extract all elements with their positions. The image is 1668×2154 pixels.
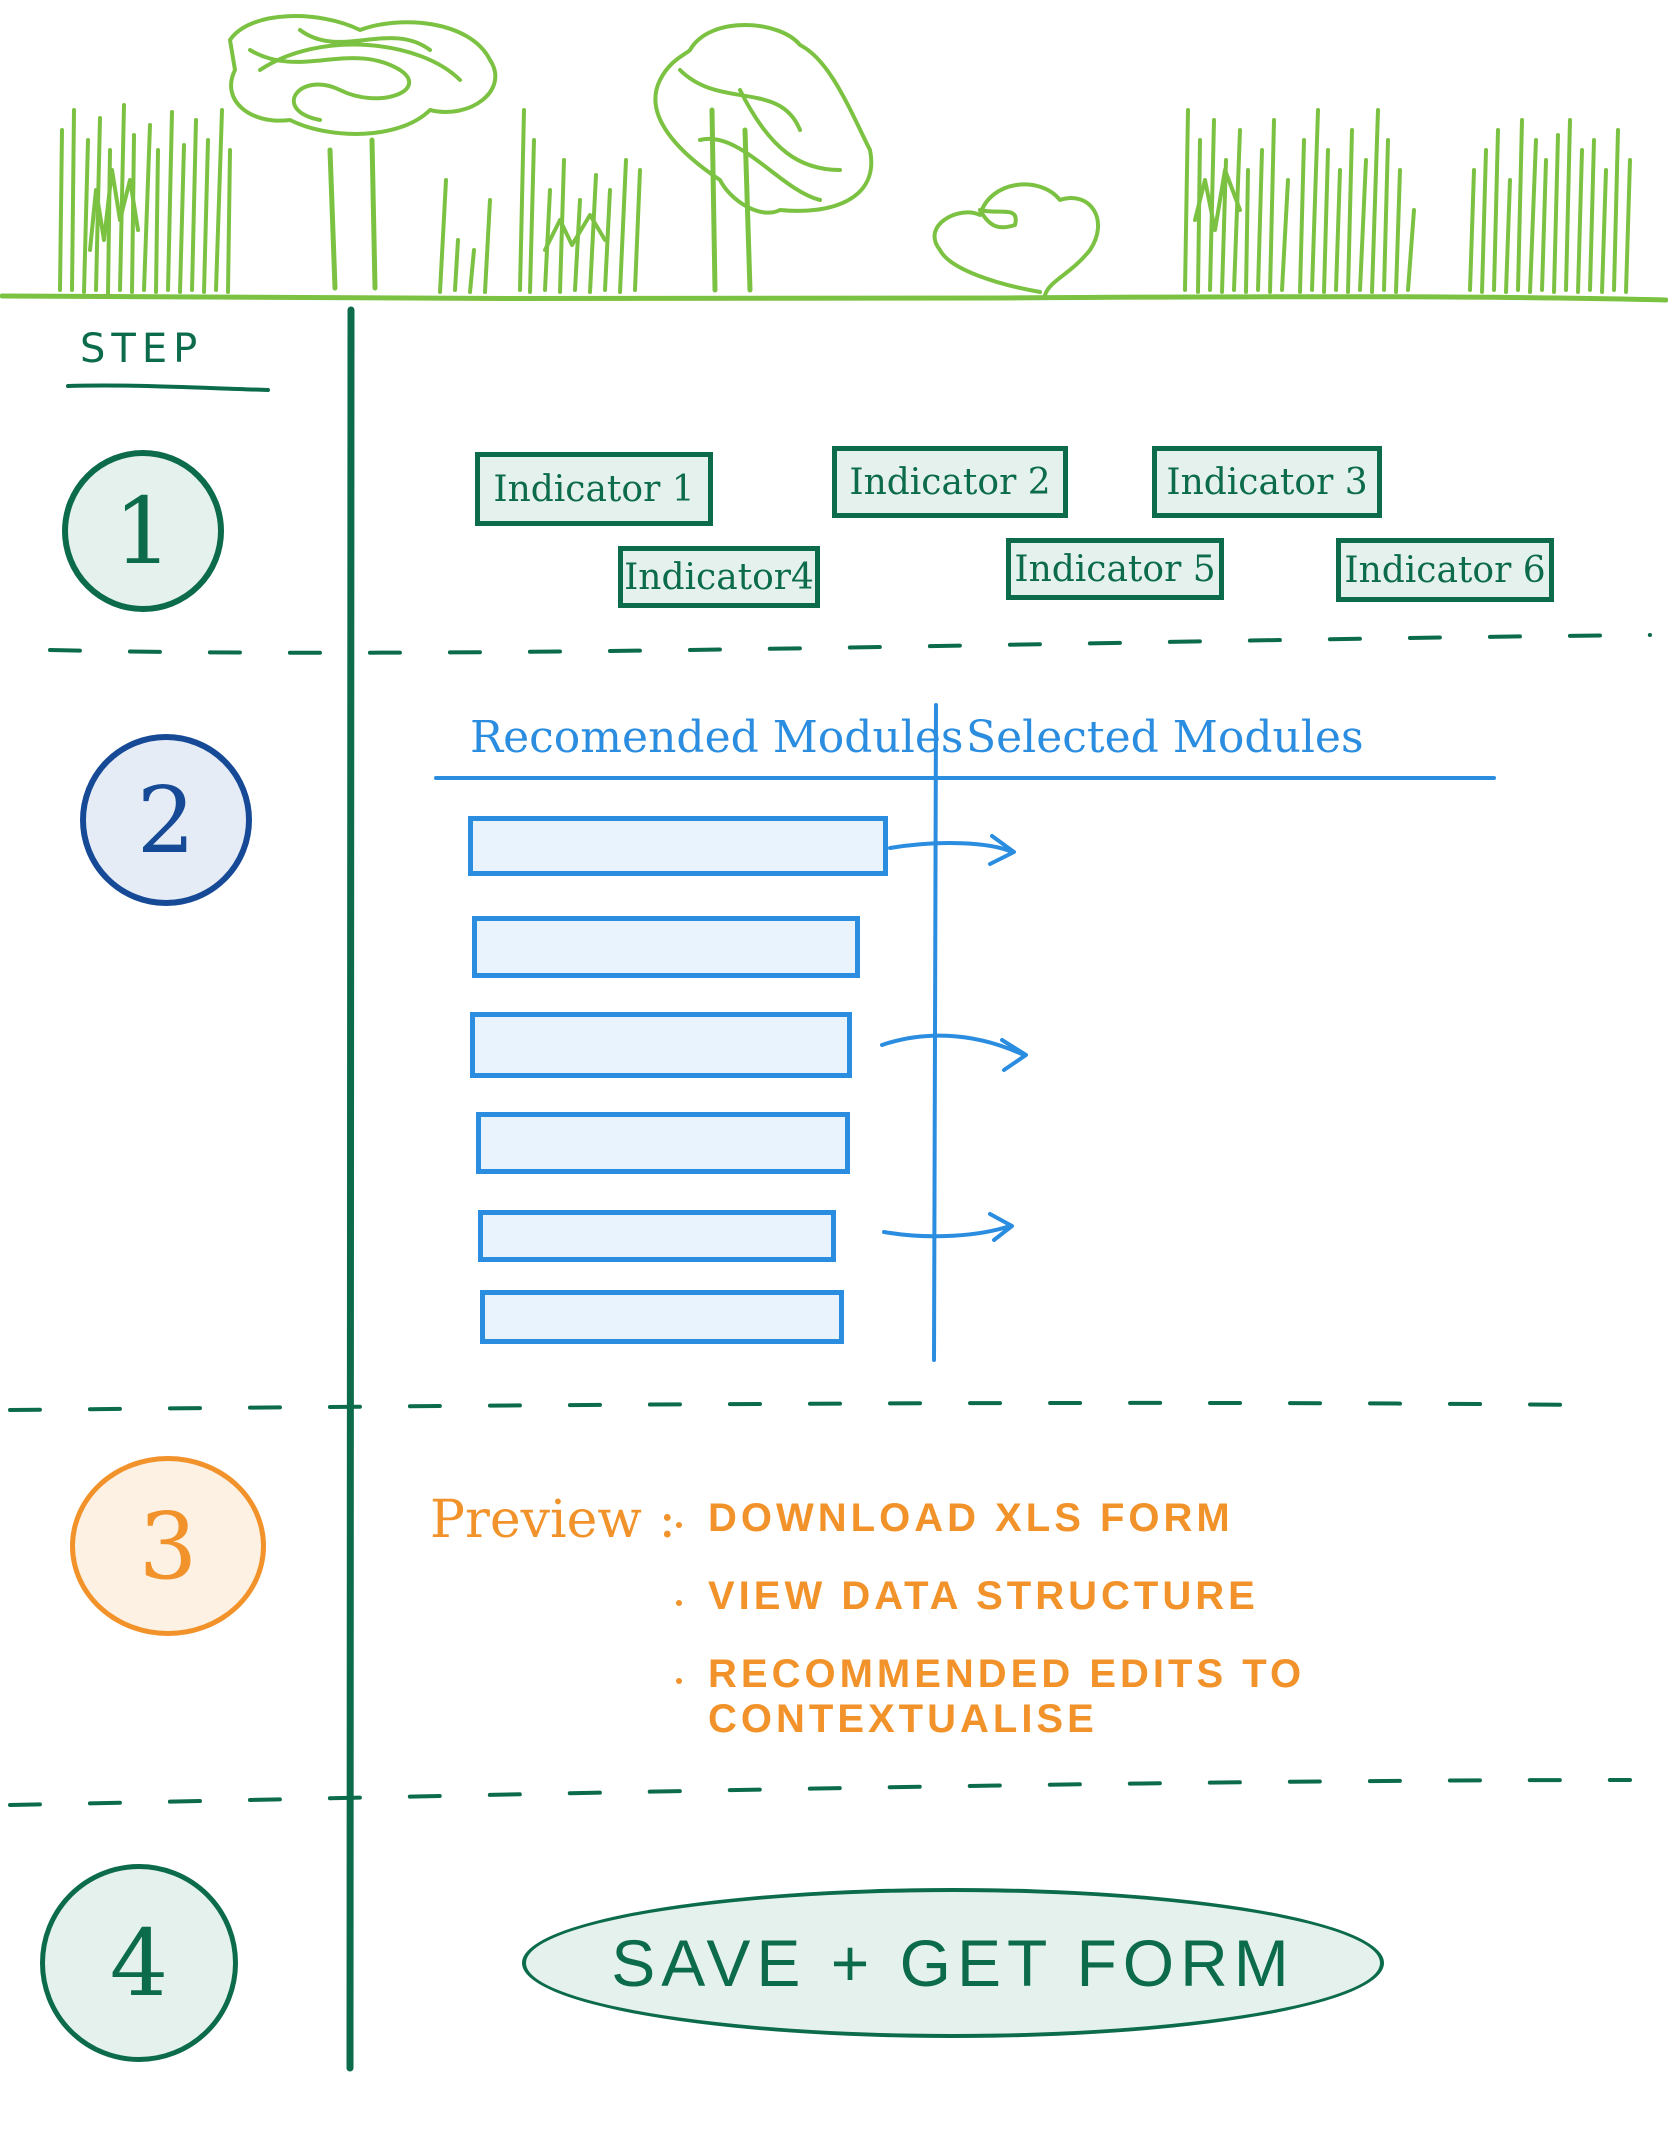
indicator-2-button[interactable]: Indicator 2: [832, 446, 1068, 518]
indicator-1-button[interactable]: Indicator 1: [475, 452, 713, 526]
step-4-number: 4: [109, 1909, 169, 2017]
save-get-form-label: SAVE + GET FORM: [611, 1926, 1295, 2000]
download-xls-form-link[interactable]: DOWNLOAD XLS FORM: [708, 1496, 1234, 1541]
module-card[interactable]: [468, 816, 888, 876]
wireframe-canvas: STEP 1 2 3 4 Indicator 1 Indicator 2 Ind…: [0, 0, 1668, 2154]
preview-label: Preview :: [430, 1490, 676, 1550]
save-get-form-button[interactable]: SAVE + GET FORM: [522, 1888, 1384, 2038]
module-card[interactable]: [480, 1290, 844, 1344]
step-3-badge: 3: [70, 1456, 266, 1636]
indicator-3-button[interactable]: Indicator 3: [1152, 446, 1382, 518]
module-card[interactable]: [470, 1012, 852, 1078]
indicator-6-button[interactable]: Indicator 6: [1336, 538, 1554, 602]
step-2-badge: 2: [80, 734, 252, 906]
module-card[interactable]: [476, 1112, 850, 1174]
view-data-structure-link[interactable]: VIEW DATA STRUCTURE: [708, 1574, 1259, 1619]
indicator-4-button[interactable]: Indicator4: [618, 546, 820, 608]
module-card[interactable]: [472, 916, 860, 978]
move-arrows: [880, 834, 1028, 1242]
bullet-dot: [676, 1600, 682, 1606]
selected-modules-header: Selected Modules: [966, 712, 1364, 763]
forest-banner: [0, 14, 1668, 303]
bullet-dot: [676, 1678, 682, 1684]
step-2-number: 2: [136, 766, 196, 874]
recommended-modules-header: Recomended Modules: [470, 712, 964, 763]
timeline-line: [346, 306, 355, 2072]
module-card[interactable]: [478, 1210, 836, 1262]
step-1-number: 1: [113, 477, 173, 585]
bullet-dot: [676, 1522, 682, 1528]
recommended-edits-link[interactable]: RECOMMENDED EDITS TO CONTEXTUALISE: [708, 1652, 1668, 1742]
indicator-5-button[interactable]: Indicator 5: [1006, 538, 1224, 600]
step-3-number: 3: [138, 1492, 198, 1600]
step-header: STEP: [80, 326, 204, 372]
step-1-badge: 1: [62, 450, 224, 612]
step-4-badge: 4: [40, 1864, 238, 2062]
